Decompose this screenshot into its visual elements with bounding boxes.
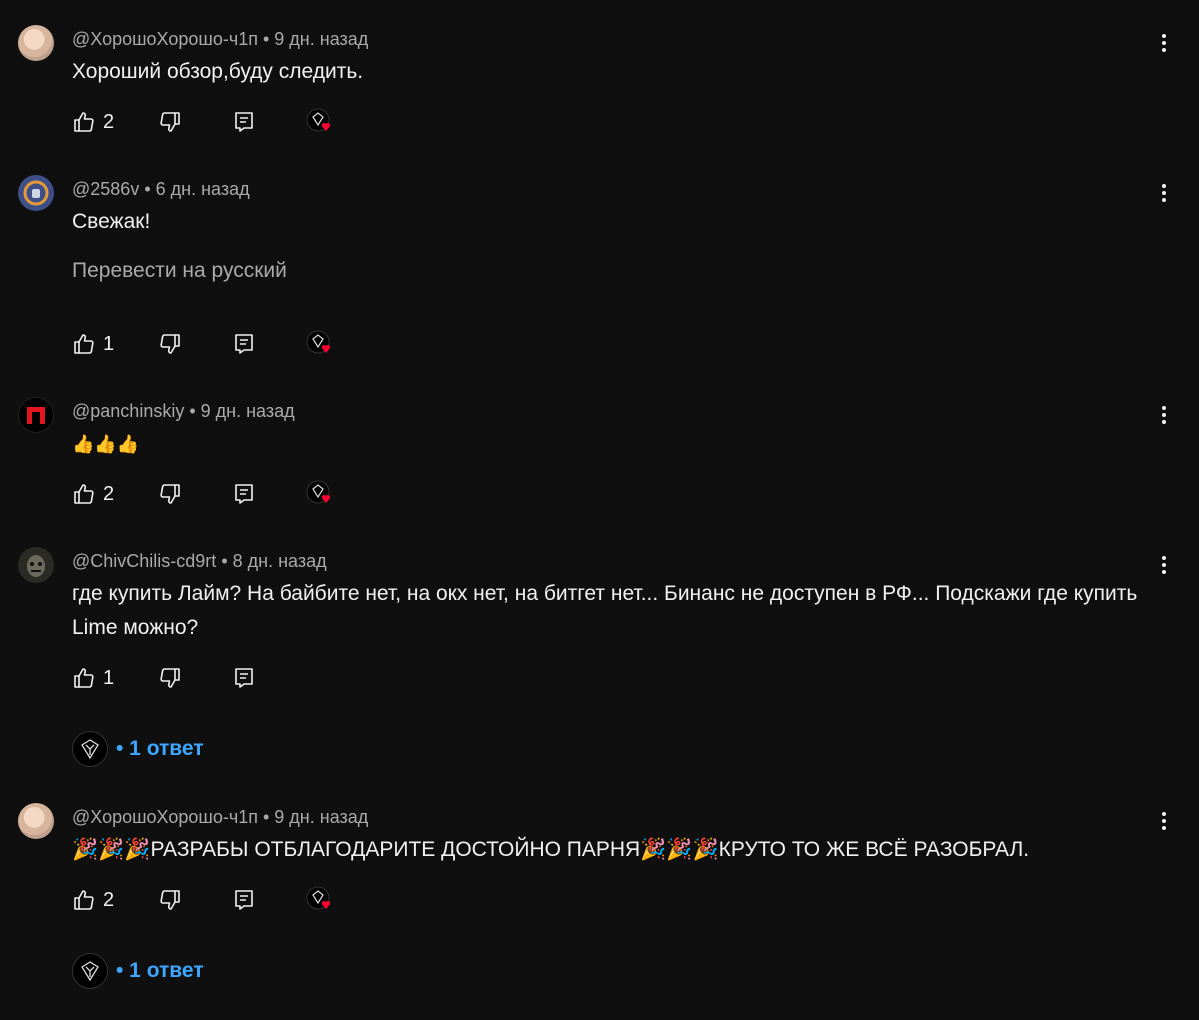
reply-icon	[235, 890, 253, 910]
meta-separator: •	[262, 807, 270, 827]
comment-meta: @2586v • 6 дн. назад	[72, 179, 250, 200]
creator-heart-badge	[306, 885, 336, 915]
dislike-button[interactable]	[158, 479, 182, 509]
reply-button[interactable]	[232, 885, 256, 915]
reply-button[interactable]	[232, 663, 256, 693]
comment-author[interactable]: @ChivChilis-cd9rt	[72, 551, 216, 571]
creator-heart-icon	[306, 480, 331, 504]
thumbs-up-icon	[74, 334, 94, 354]
diamond-logo-icon	[81, 961, 99, 982]
comment-author[interactable]: @panchinskiy	[72, 401, 184, 421]
dislike-button[interactable]	[158, 885, 182, 915]
creator-heart-icon	[306, 886, 331, 910]
more-options-button[interactable]	[1154, 554, 1174, 578]
like-count: 2	[103, 482, 115, 505]
red-p-logo-avatar-icon	[27, 407, 45, 424]
thumbs-down-icon	[160, 890, 180, 910]
thumbs-up-icon	[74, 668, 94, 688]
thumbs-down-icon	[160, 484, 180, 504]
comment-time[interactable]: 9 дн. назад	[274, 807, 368, 827]
comment-text: где купить Лайм? На байбите нет, на окх …	[72, 582, 1138, 639]
comment-author[interactable]: @ХорошоХорошо-ч1п	[72, 29, 258, 49]
reply-button[interactable]	[232, 479, 256, 509]
comment-text: Хороший обзор,буду следить.	[72, 60, 364, 83]
reply-icon	[235, 484, 253, 504]
comment-meta: @ChivChilis-cd9rt • 8 дн. назад	[72, 551, 327, 572]
more-options-button[interactable]	[1154, 182, 1174, 206]
like-button[interactable]: 1	[72, 663, 114, 693]
creator-heart-badge	[306, 479, 336, 509]
creator-heart-icon	[306, 330, 331, 354]
avatar[interactable]	[18, 547, 54, 583]
thumbs-down-icon	[160, 668, 180, 688]
reply-button[interactable]	[232, 107, 256, 137]
dislike-button[interactable]	[158, 107, 182, 137]
more-options-button[interactable]	[1154, 404, 1174, 428]
creator-avatar	[72, 731, 108, 767]
like-count: 1	[103, 666, 115, 689]
avatar[interactable]	[18, 397, 54, 433]
thumbs-down-icon	[160, 112, 180, 132]
replies-count-link[interactable]: • 1 ответ	[116, 959, 204, 983]
replies-count-link[interactable]: • 1 ответ	[116, 737, 204, 761]
mask-avatar-icon	[27, 555, 45, 577]
reply-icon	[235, 334, 253, 354]
comment-actions: 2	[72, 479, 372, 509]
comment-time[interactable]: 8 дн. назад	[233, 551, 327, 571]
reply-button[interactable]	[232, 329, 256, 359]
meta-separator: •	[221, 551, 228, 571]
like-count: 2	[103, 888, 115, 911]
diamond-logo-icon	[81, 739, 99, 760]
comment-actions: 1	[72, 329, 372, 359]
avatar[interactable]	[18, 25, 54, 61]
headphones-avatar-icon	[23, 180, 49, 206]
comment-author[interactable]: @ХорошоХорошо-ч1п	[72, 807, 258, 827]
reply-icon	[235, 112, 253, 132]
dislike-button[interactable]	[158, 329, 182, 359]
creator-heart-badge	[306, 329, 336, 359]
creator-heart-badge	[306, 107, 336, 137]
comment-time[interactable]: 9 дн. назад	[201, 401, 295, 421]
like-button[interactable]: 1	[72, 329, 114, 359]
like-count: 2	[103, 110, 115, 133]
creator-avatar	[72, 953, 108, 989]
like-button[interactable]: 2	[72, 479, 114, 509]
view-replies-button[interactable]: • 1 ответ	[72, 953, 204, 989]
dislike-button[interactable]	[158, 663, 182, 693]
comment-text: 🎉🎉🎉РАЗРАБЫ ОТБЛАГОДАРИТЕ ДОСТОЙНО ПАРНЯ🎉…	[72, 838, 1030, 861]
thumbs-up-icon	[74, 484, 94, 504]
comment-meta: @ХорошоХорошо-ч1п • 9 дн. назад	[72, 807, 368, 828]
view-replies-button[interactable]: • 1 ответ	[72, 731, 204, 767]
like-button[interactable]: 2	[72, 107, 114, 137]
avatar[interactable]	[18, 175, 54, 211]
comment-actions: 2	[72, 885, 372, 915]
comment-time[interactable]: 6 дн. назад	[156, 179, 250, 199]
comment-actions: 1	[72, 663, 372, 693]
avatar[interactable]	[18, 803, 54, 839]
more-options-button[interactable]	[1154, 810, 1174, 834]
like-count: 1	[103, 332, 115, 355]
reply-icon	[235, 668, 253, 688]
thumbs-up-icon	[74, 112, 94, 132]
comment-meta: @ХорошоХорошо-ч1п • 9 дн. назад	[72, 29, 368, 50]
thumbs-up-icon	[74, 890, 94, 910]
comment-author[interactable]: @2586v	[72, 179, 139, 199]
comment-time[interactable]: 9 дн. назад	[274, 29, 368, 49]
comment-actions: 2	[72, 107, 372, 137]
comment-meta: @panchinskiy • 9 дн. назад	[72, 401, 295, 422]
creator-heart-icon	[306, 108, 331, 132]
thumbs-down-icon	[160, 334, 180, 354]
comment-text: 👍👍👍	[72, 434, 140, 454]
like-button[interactable]: 2	[72, 885, 114, 915]
meta-separator: •	[189, 401, 196, 421]
meta-separator: •	[144, 179, 151, 199]
comment-text: Свежак!	[72, 210, 151, 233]
more-options-button[interactable]	[1154, 32, 1174, 56]
translate-link[interactable]: Перевести на русский	[72, 259, 287, 283]
meta-separator: •	[262, 29, 270, 49]
